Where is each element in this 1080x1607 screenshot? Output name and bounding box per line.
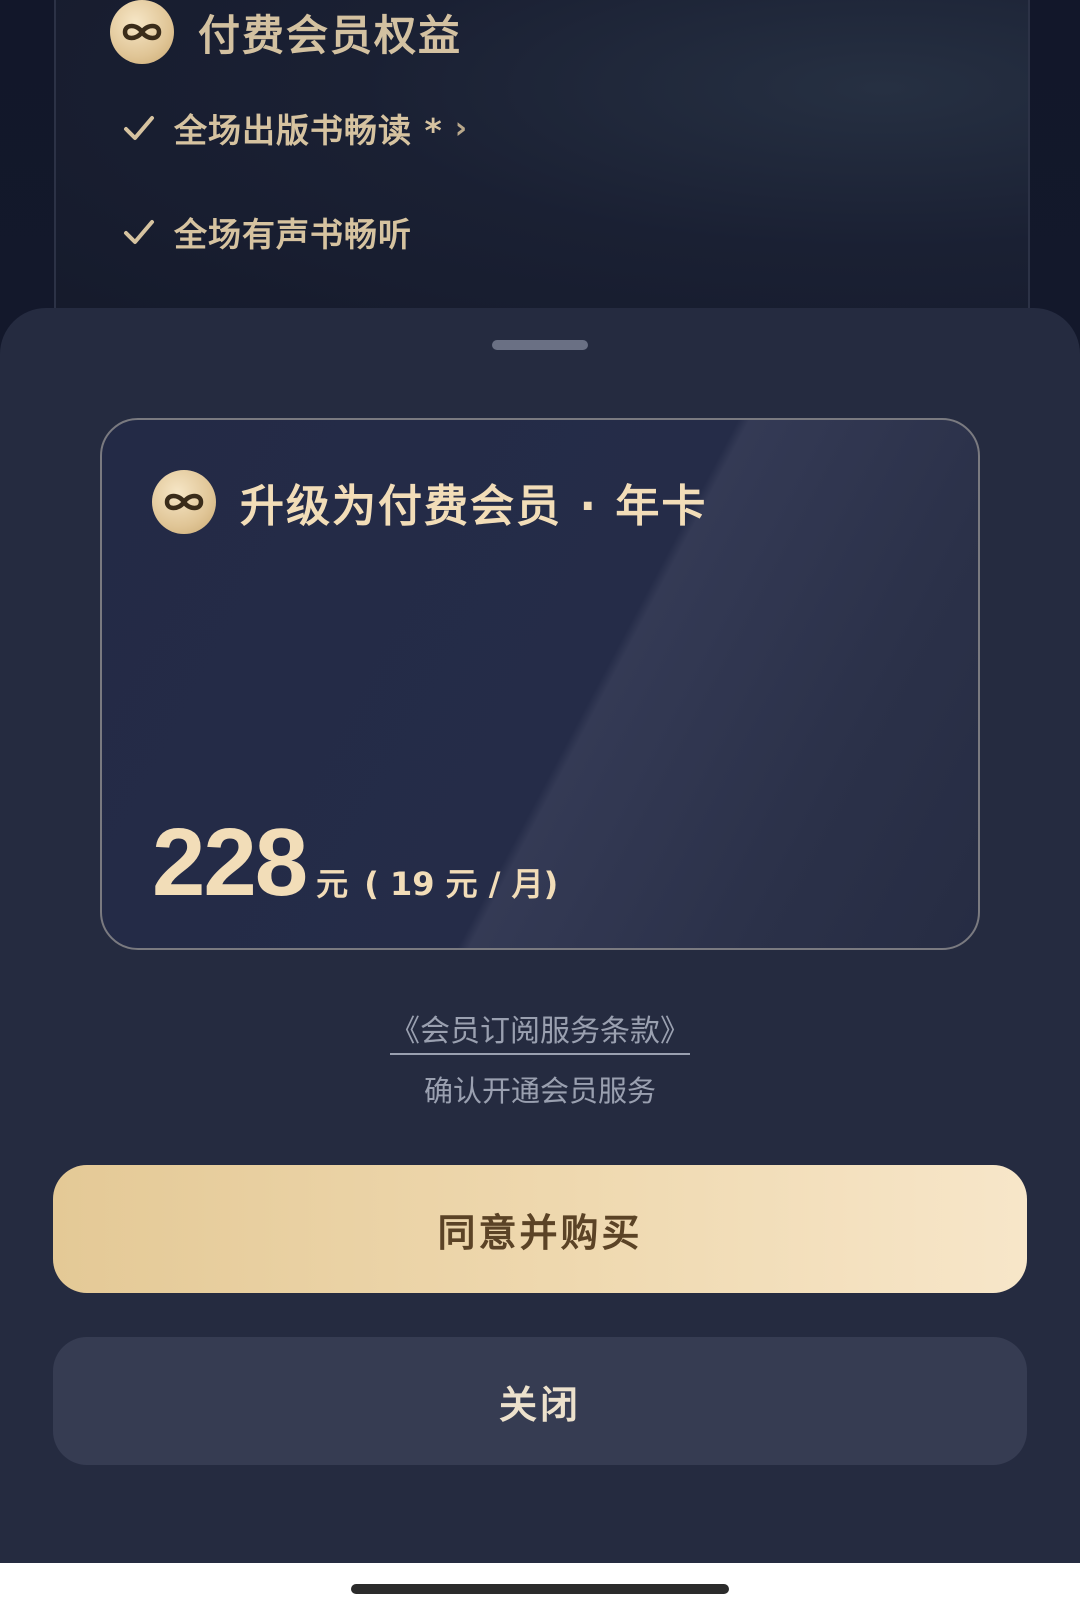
benefit-item-audiobooks: 全场有声书畅听 <box>122 208 412 256</box>
plan-title: 升级为付费会员 · 年卡 <box>240 481 708 532</box>
screen: 付费会员权益 全场出版书畅读 * › 全场有声书畅听 升级为付费会员 · 年卡 <box>0 0 1080 1607</box>
purchase-sheet: 升级为付费会员 · 年卡 228 元 ( 19 元 / 月) 《会员订阅服务条款… <box>0 308 1080 1563</box>
confirm-text: 确认开通会员服务 <box>423 1074 656 1108</box>
plan-header: 升级为付费会员 · 年卡 <box>152 470 707 534</box>
benefits-title: 付费会员权益 <box>198 10 463 60</box>
benefit-item-books[interactable]: 全场出版书畅读 * › <box>122 104 468 152</box>
benefit-label: 全场有声书畅听 <box>174 215 412 254</box>
price-monthly: ( 19 元 / 月) <box>364 865 559 903</box>
price-amount: 228 <box>152 809 308 916</box>
check-icon <box>124 116 154 140</box>
chevron-right-icon: › <box>454 110 469 146</box>
check-icon <box>124 220 154 244</box>
infinity-icon <box>110 0 174 64</box>
terms-link[interactable]: 《会员订阅服务条款》 <box>390 1014 690 1055</box>
close-button[interactable]: 关闭 <box>53 1337 1027 1465</box>
price-row: 228 元 ( 19 元 / 月) <box>152 808 558 918</box>
benefit-label: 全场出版书畅读 * <box>174 111 443 150</box>
agree-buy-button[interactable]: 同意并购买 <box>53 1165 1027 1293</box>
sheet-grabber[interactable] <box>492 340 588 350</box>
home-indicator[interactable] <box>351 1584 729 1594</box>
infinity-icon <box>152 470 216 534</box>
benefits-header: 付费会员权益 <box>110 0 462 64</box>
terms-row: 《会员订阅服务条款》 <box>0 1006 1080 1055</box>
price-unit: 元 <box>316 865 349 903</box>
plan-card[interactable]: 升级为付费会员 · 年卡 228 元 ( 19 元 / 月) <box>100 418 980 950</box>
home-bar-area <box>0 1563 1080 1607</box>
